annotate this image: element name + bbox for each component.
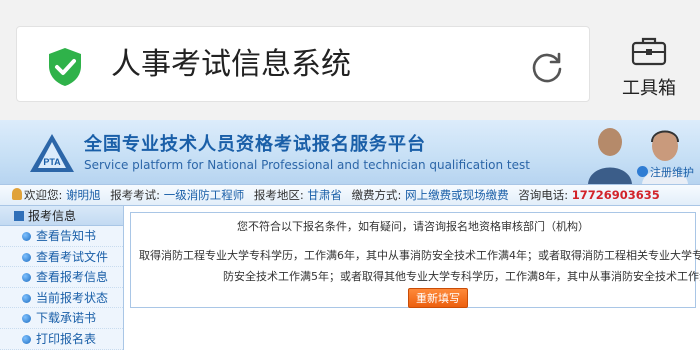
ineligible-notice: 您不符合以下报名条件，如有疑问，请咨询报名地资格审核部门（机构） (237, 220, 589, 233)
sidebar-item-download-pledge[interactable]: 下载承诺书 (0, 308, 123, 329)
security-shield-icon (49, 48, 81, 86)
sidebar-item-view-notice[interactable]: 查看告知书 (0, 226, 123, 247)
sidebar-item-label: 查看报考信息 (36, 270, 109, 285)
sidebar-item-label: 查看考试文件 (36, 249, 109, 264)
phone-label: 咨询电话: (518, 188, 569, 202)
sidebar-item-exam-files[interactable]: 查看考试文件 (0, 247, 123, 268)
region-label: 报考地区: (253, 188, 304, 202)
sidebar-item-label: 打印报名表 (36, 331, 97, 346)
region-value: 甘肃省 (307, 188, 342, 202)
sidebar-header-icon (14, 211, 24, 221)
bullet-icon (22, 232, 31, 241)
register-icon (637, 166, 648, 177)
browser-chrome: 人事考试信息系统 工具箱 (0, 10, 700, 120)
sidebar-item-label: 当前报考状态 (36, 290, 109, 305)
sidebar-item-label: 查看告知书 (36, 229, 97, 243)
sidebar-header: 报考信息 (0, 206, 123, 226)
exam-label: 报考考试: (110, 188, 161, 202)
toolbox-label: 工具箱 (622, 78, 676, 99)
banner-title-cn: 全国专业技术人员资格考试报名服务平台 (84, 134, 426, 155)
banner-title-en: Service platform for National Profession… (84, 158, 530, 172)
toolbox-button[interactable]: 工具箱 (614, 36, 684, 106)
pay-value: 网上缴费或现场缴费 (405, 188, 509, 202)
toolbox-icon (631, 37, 667, 66)
svg-text:PTA: PTA (43, 157, 61, 167)
sidebar-item-print-form[interactable]: 打印报名表 (0, 329, 123, 350)
status-bar (0, 0, 700, 10)
condition-text-line1: 取得消防工程专业大学专科学历，工作满6年，其中从事消防安全技术工作满4年；或者取… (139, 249, 700, 262)
register-maintain-label: 注册维护 (650, 166, 694, 179)
sidebar: 报考信息 查看告知书 查看考试文件 查看报考信息 当前报考状态 下载承诺书 打印… (0, 206, 124, 350)
address-bar[interactable]: 人事考试信息系统 (16, 26, 590, 102)
user-icon (12, 188, 22, 200)
register-maintain-link[interactable]: 注册维护 (637, 164, 694, 180)
user-name: 谢明旭 (66, 188, 101, 202)
reload-icon[interactable] (529, 49, 565, 85)
pay-label: 缴费方式: (351, 188, 402, 202)
welcome-label: 欢迎您: (24, 188, 63, 202)
sidebar-item-label: 下载承诺书 (36, 311, 97, 326)
bullet-icon (22, 334, 31, 344)
bullet-icon (22, 314, 31, 324)
sidebar-item-registration-status[interactable]: 当前报考状态 (0, 288, 123, 309)
sidebar-item-registration-info[interactable]: 查看报考信息 (0, 267, 123, 288)
refill-button[interactable]: 重新填写 (408, 288, 468, 308)
screen: 人事考试信息系统 工具箱 PTA 全国专业技术人员资格考试报名服务平台 Serv… (0, 0, 700, 350)
user-info-bar: 欢迎您: 谢明旭 报考考试: 一级消防工程师 报考地区: 甘肃省 缴费方式: 网… (0, 184, 700, 206)
exam-value: 一级消防工程师 (163, 188, 245, 202)
sidebar-header-label: 报考信息 (28, 209, 77, 223)
bullet-icon (22, 273, 31, 283)
bullet-icon (22, 293, 31, 303)
web-page: PTA 全国专业技术人员资格考试报名服务平台 Service platform … (0, 120, 700, 350)
condition-text-line2: 防安全技术工作满5年；或者取得其他专业大学专科学历，工作满8年，其中从事消防安全… (223, 270, 700, 283)
pta-logo: PTA (30, 134, 74, 172)
phone-value: 17726903635 (571, 188, 660, 202)
site-title: 人事考试信息系统 (111, 47, 351, 82)
bullet-icon (22, 252, 31, 262)
site-banner: PTA 全国专业技术人员资格考试报名服务平台 Service platform … (0, 120, 700, 184)
